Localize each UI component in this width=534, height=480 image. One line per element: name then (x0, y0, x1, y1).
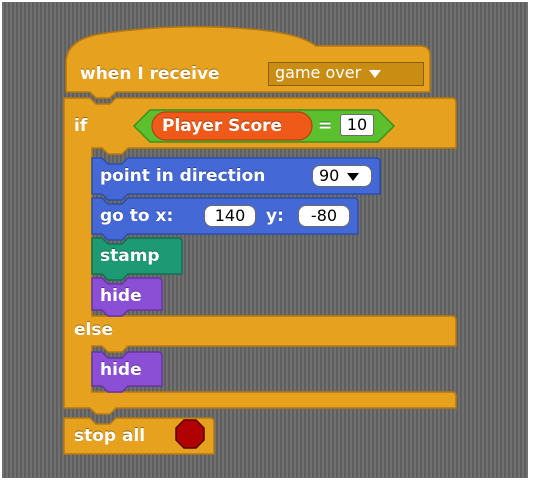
scratch-script-area: { "colors": { "background": "#6f6f6f", "… (0, 0, 534, 480)
message-dropdown[interactable]: game over (268, 62, 424, 86)
dropdown-arrow-icon (369, 69, 382, 78)
hide-block-else[interactable] (91, 351, 163, 393)
y-input[interactable]: -80 (298, 205, 350, 227)
condition-value-field[interactable]: 10 (340, 114, 374, 136)
x-value: 140 (214, 206, 246, 225)
stop-sign-icon (175, 419, 205, 449)
x-input[interactable]: 140 (204, 205, 256, 227)
script-canvas (0, 0, 534, 480)
hide-block-then[interactable] (91, 277, 163, 317)
direction-dropdown[interactable]: 90 (312, 165, 372, 187)
message-dropdown-value: game over (275, 63, 362, 82)
chevron-down-icon (347, 172, 360, 181)
condition-value: 10 (346, 115, 368, 134)
stamp-block[interactable] (91, 237, 183, 281)
y-value: -80 (310, 206, 338, 225)
player-score-variable-reporter[interactable] (151, 111, 313, 141)
direction-value: 90 (319, 166, 340, 185)
